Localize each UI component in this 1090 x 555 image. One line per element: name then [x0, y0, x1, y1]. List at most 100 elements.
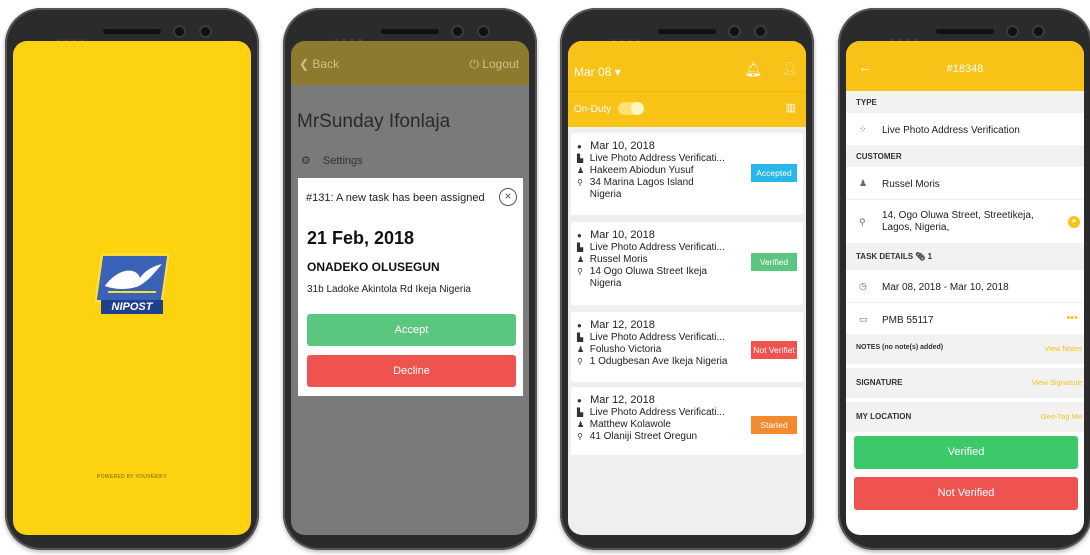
task-card[interactable]: ● Mar 12, 2018 ▙ Live Photo Address Veri… [571, 312, 803, 382]
building-icon: ▙ [577, 333, 584, 342]
pin-icon: ⚲ [577, 357, 583, 366]
sensor-dots [890, 29, 926, 42]
person-icon: ♟ [577, 166, 585, 175]
logo-text: NIPOST [101, 300, 163, 314]
task-card[interactable]: ● Mar 10, 2018 ▙ Live Photo Address Veri… [571, 133, 803, 215]
customer-address-row: ⚲ 14, Ogo Oluwa Street, Streetikeja, Lag… [846, 199, 1084, 243]
view-signature-link[interactable]: View Signature [1032, 378, 1082, 387]
navigate-icon[interactable]: ➤ [1068, 216, 1080, 228]
clock-icon: ● [577, 142, 582, 151]
close-icon[interactable]: × [499, 188, 517, 206]
pin-icon: ⚲ [859, 217, 866, 227]
map-icon[interactable]: ▥ [786, 101, 796, 114]
pin-icon: ⚲ [577, 267, 583, 276]
status-badge: Verified [751, 253, 797, 271]
paperclip-icon: 📎︎ [915, 252, 926, 261]
task-card[interactable]: ● Mar 12, 2018 ▙ Live Photo Address Veri… [571, 387, 803, 455]
verified-button[interactable]: Verified [854, 436, 1078, 469]
header: ← #18348 [846, 41, 1084, 91]
duty-label: On-Duty [574, 104, 612, 115]
type-row: ⁘ Live Photo Address Verification [859, 124, 1020, 136]
speaker [658, 29, 716, 34]
building-icon: ▙ [577, 408, 584, 417]
nipost-logo: NIPOST [91, 253, 173, 319]
signature-section: SIGNATURE View Signature [846, 368, 1084, 398]
bell-icon[interactable]: 🔔︎ [744, 61, 762, 78]
customer-name: ONADEKO OLUSEGUN [307, 260, 440, 274]
person-icon: ♟ [577, 255, 585, 264]
more-icon[interactable]: ••• [1066, 312, 1078, 324]
duty-bar: On-Duty ▥ [568, 91, 806, 127]
notes-section: NOTES (no note(s) added) View Notes [846, 334, 1084, 364]
camera [1034, 27, 1043, 36]
caret-down-icon: ▾ [614, 65, 621, 79]
logout-button[interactable]: ⏻ Logout [469, 57, 519, 72]
task-card[interactable]: ● Mar 10, 2018 ▙ Live Photo Address Veri… [571, 222, 803, 305]
pin-icon: ⚲ [577, 432, 583, 441]
person-icon: ♟ [577, 345, 585, 354]
accept-button[interactable]: Accept [307, 314, 516, 346]
phone-task-detail: ← #18348 TYPE ⁘ Live Photo Address Verif… [838, 8, 1090, 550]
camera [730, 27, 739, 36]
duty-toggle[interactable] [618, 102, 644, 115]
date-range-row: ◷ Mar 08, 2018 - Mar 10, 2018 [859, 281, 1009, 293]
building-icon: ▙ [577, 243, 584, 252]
clipboard-icon: ▭ [859, 314, 868, 324]
geo-tag-link[interactable]: Geo-Tag Me [1041, 412, 1082, 421]
sensor-dots [612, 29, 648, 42]
clock-icon: ● [577, 396, 582, 405]
user-icon[interactable]: 👤︎ [781, 61, 798, 77]
status-badge: Started [751, 416, 797, 434]
speaker [103, 29, 161, 34]
location-section: MY LOCATION Geo-Tag Me [846, 402, 1084, 432]
phone-task-assignment: ❮ Back ⏻ Logout MrSunday Ifonlaja ⚙ Setti… [283, 8, 537, 550]
grid-icon: ⁘ [859, 124, 867, 134]
type-section: TYPE [846, 91, 1084, 113]
sensor-dots [335, 29, 371, 42]
gear-icon: ⚙ [301, 155, 311, 167]
task-id: #18348 [946, 63, 984, 75]
camera [201, 27, 210, 36]
not-verified-button[interactable]: Not Verified [854, 477, 1078, 510]
person-icon: ♟ [859, 178, 868, 188]
notification-text: #131: A new task has been assigned [306, 192, 485, 204]
camera [175, 27, 184, 36]
person-icon: ♟ [577, 420, 585, 429]
clock-icon: ● [577, 231, 582, 240]
back-button[interactable]: ❮ Back [299, 57, 339, 71]
pmb-row: ▭ PMB 55117 ••• [846, 302, 1084, 334]
building-icon: ▙ [577, 154, 584, 163]
chevron-left-icon: ❮ [299, 57, 313, 71]
clock-icon: ● [577, 321, 582, 330]
user-name: MrSunday Ifonlaja [297, 111, 451, 132]
camera [756, 27, 765, 36]
speaker [381, 29, 439, 34]
task-details-section: TASK DETAILS 📎︎ 1 [846, 243, 1084, 270]
task-list-screen: Mar 08 ▾ 🔔︎ 👤︎ On-Duty ▥ ● Mar 10, 2018 … [568, 41, 806, 535]
status-badge: Accepted [751, 164, 797, 182]
phone-splash: NIPOST POWERED BY YOUVERIFY [5, 8, 259, 550]
decline-button[interactable]: Decline [307, 355, 516, 387]
customer-name-row: ♟ Russel Moris [859, 178, 940, 190]
powered-by: POWERED BY YOUVERIFY [97, 474, 167, 480]
task-detail-screen: ← #18348 TYPE ⁘ Live Photo Address Verif… [846, 41, 1084, 535]
power-icon: ⏻ [469, 57, 483, 71]
phone-task-list: Mar 08 ▾ 🔔︎ 👤︎ On-Duty ▥ ● Mar 10, 2018 … [560, 8, 814, 550]
customer-section: CUSTOMER [846, 145, 1084, 167]
camera [1008, 27, 1017, 36]
status-badge: Not Verifiet [751, 341, 797, 359]
header: Mar 08 ▾ 🔔︎ 👤︎ [568, 41, 806, 91]
date-selector[interactable]: Mar 08 ▾ [574, 65, 621, 79]
clock-icon: ◷ [859, 281, 867, 291]
speaker [936, 29, 994, 34]
view-notes-link[interactable]: View Notes [1044, 344, 1082, 353]
task-assignment-screen: ❮ Back ⏻ Logout MrSunday Ifonlaja ⚙ Setti… [291, 41, 529, 535]
customer-address: 31b Ladoke Akintola Rd Ikeja Nigeria [307, 284, 471, 295]
bird-icon [104, 264, 162, 293]
splash-screen: NIPOST POWERED BY YOUVERIFY [13, 41, 251, 535]
task-notification-modal: #131: A new task has been assigned × 21 … [298, 178, 523, 396]
task-date: 21 Feb, 2018 [307, 228, 415, 248]
settings-item[interactable]: ⚙ Settings [301, 154, 363, 167]
camera [479, 27, 488, 36]
camera [453, 27, 462, 36]
